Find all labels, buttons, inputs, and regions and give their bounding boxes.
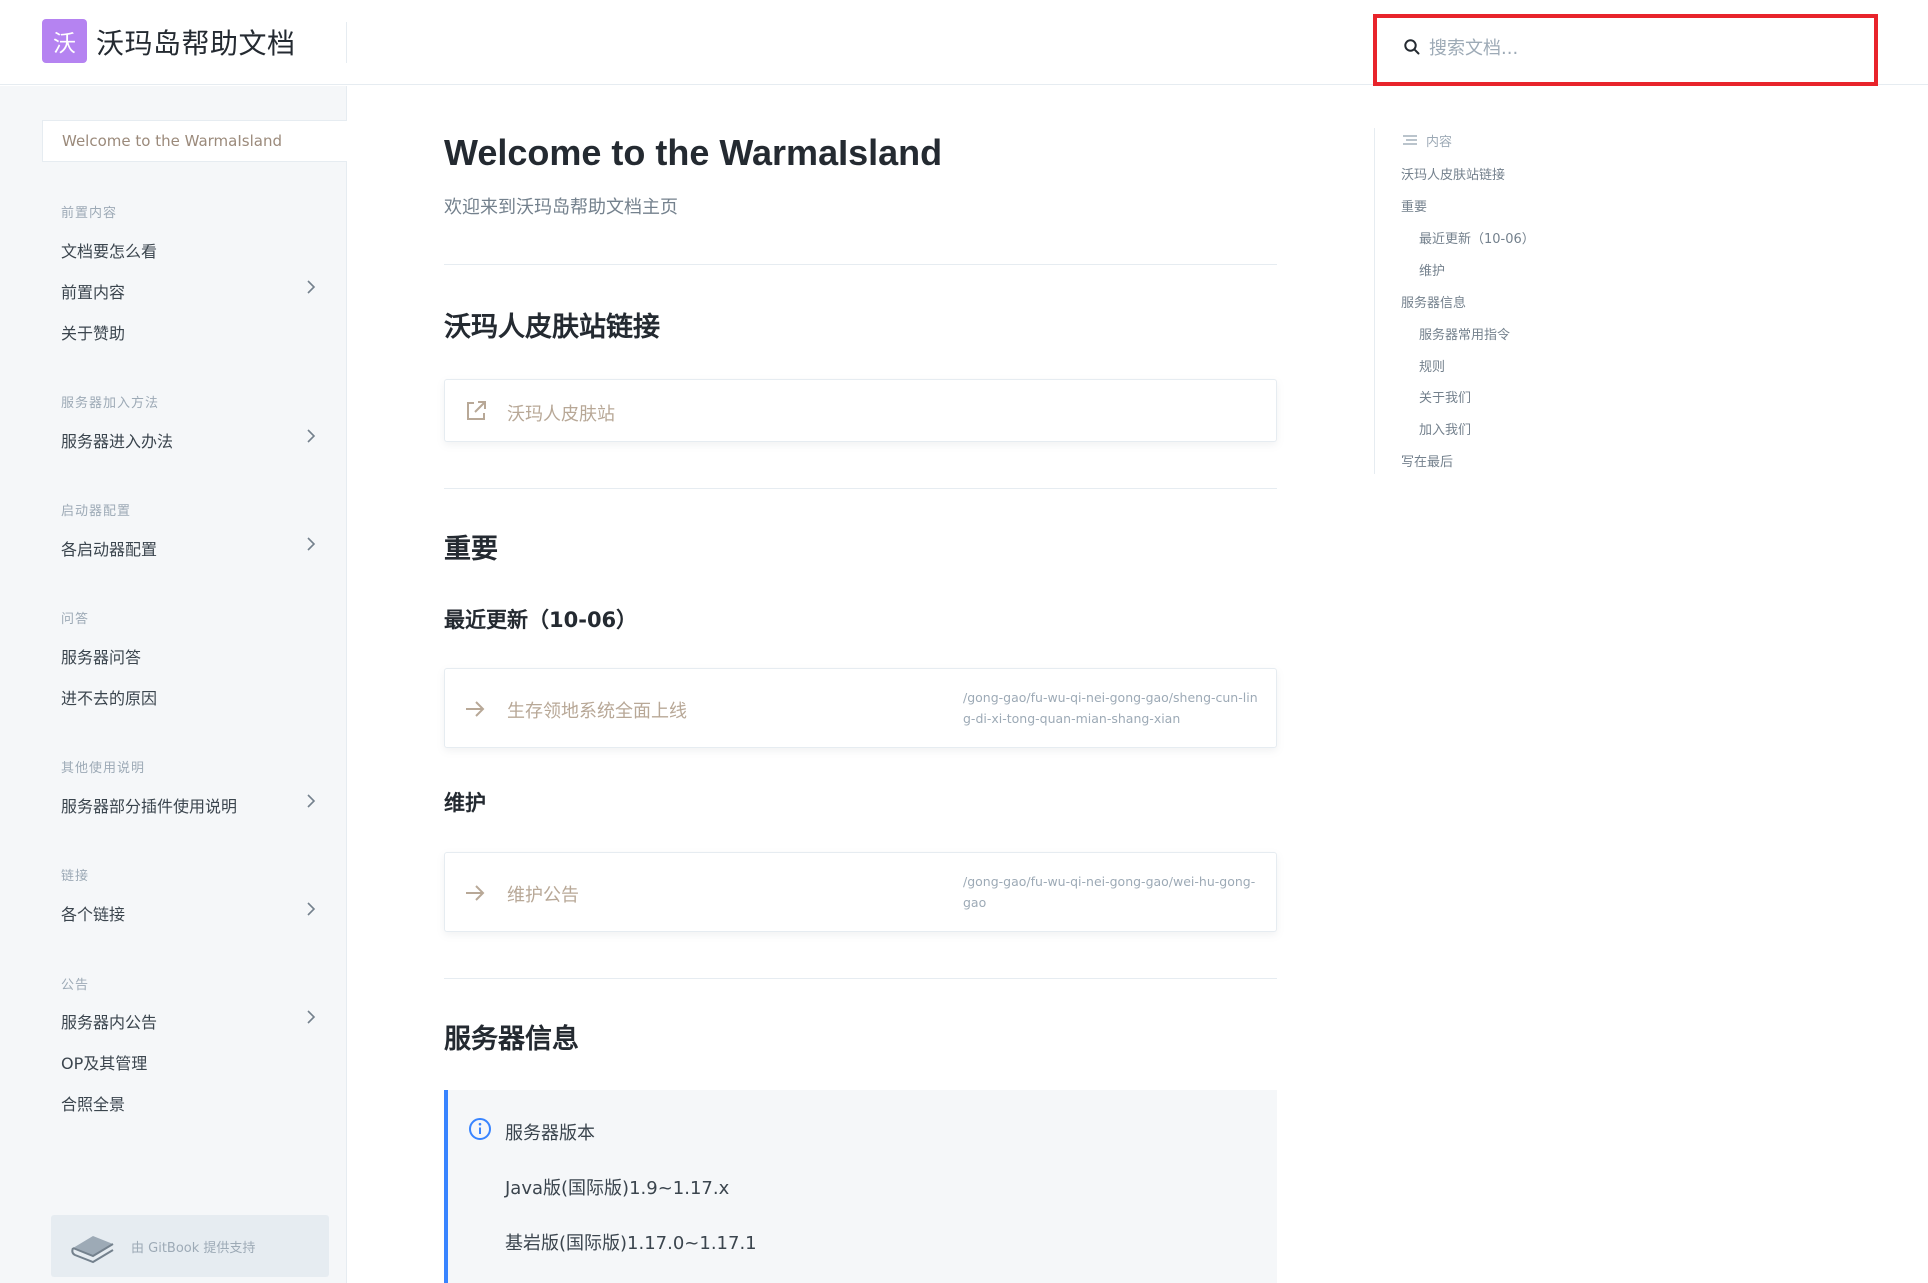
- section-heading-recent-updates: 最近更新（10-06）: [444, 608, 638, 632]
- sidebar-item-prerequisites[interactable]: 前置内容: [61, 279, 321, 311]
- section-heading-skin-site: 沃玛人皮肤站链接: [444, 312, 660, 343]
- sidebar-item-label: 文档要怎么看: [61, 242, 158, 261]
- sidebar-item-label: 服务器内公告: [61, 1013, 158, 1032]
- toc-item-server-info[interactable]: 服务器信息: [1401, 292, 1466, 311]
- recent-update-link-card[interactable]: 生存领地系统全面上线 /gong-gao/fu-wu-qi-nei-gong-g…: [444, 668, 1277, 748]
- site-title[interactable]: 沃玛岛帮助文档: [96, 22, 296, 62]
- arrow-right-icon: [466, 701, 485, 717]
- info-icon: [469, 1118, 491, 1140]
- sidebar-item-doc-guide[interactable]: 文档要怎么看: [61, 238, 321, 270]
- sidebar-item-server-faq[interactable]: 服务器问答: [61, 644, 321, 676]
- search-box[interactable]: [1373, 14, 1878, 86]
- sidebar-item-launcher-config[interactable]: 各启动器配置: [61, 536, 321, 568]
- maintenance-link-card[interactable]: 维护公告 /gong-gao/fu-wu-qi-nei-gong-gao/wei…: [444, 852, 1277, 932]
- sidebar-item-label: 服务器问答: [61, 648, 142, 667]
- sidebar-item-sponsor[interactable]: 关于赞助: [61, 320, 321, 352]
- toc-heading: 内容: [1426, 135, 1453, 150]
- chevron-right-icon[interactable]: [305, 793, 317, 809]
- card-path: /gong-gao/fu-wu-qi-nei-gong-gao/sheng-cu…: [963, 690, 1258, 726]
- header-divider: [346, 22, 347, 63]
- toc-item-rules[interactable]: 规则: [1419, 356, 1445, 375]
- toc-item-skin-site[interactable]: 沃玛人皮肤站链接: [1401, 164, 1505, 183]
- sidebar-item-cannot-join[interactable]: 进不去的原因: [61, 685, 321, 717]
- sidebar-group-title: 服务器加入方法: [61, 396, 160, 411]
- external-link-icon: [467, 401, 486, 420]
- sidebar-item-links[interactable]: 各个链接: [61, 901, 321, 933]
- toc-item-about-us[interactable]: 关于我们: [1419, 387, 1471, 406]
- sidebar-item-label: 进不去的原因: [61, 689, 158, 708]
- search-icon: [1404, 39, 1420, 55]
- toc-item-maintenance[interactable]: 维护: [1419, 260, 1445, 279]
- server-version-hint: 服务器版本 Java版(国际版)1.9~1.17.x 基岩版(国际版)1.17.…: [444, 1090, 1277, 1283]
- section-heading-maintenance: 维护: [444, 791, 486, 815]
- sidebar-item-welcome[interactable]: Welcome to the WarmaIsland: [42, 120, 347, 162]
- toc-item-important[interactable]: 重要: [1401, 196, 1427, 215]
- sidebar-item-label: 合照全景: [61, 1095, 126, 1114]
- chevron-right-icon[interactable]: [305, 901, 317, 917]
- toc-item-join-us[interactable]: 加入我们: [1419, 419, 1471, 438]
- gitbook-book-icon: [71, 1236, 114, 1264]
- toc-rail: [1374, 128, 1375, 474]
- gitbook-badge[interactable]: 由 GitBook 提供支持: [51, 1215, 329, 1277]
- search-input[interactable]: [1427, 28, 1847, 68]
- hint-line-bedrock: 基岩版(国际版)1.17.0~1.17.1: [505, 1233, 757, 1254]
- sidebar-item-label: 服务器部分插件使用说明: [61, 797, 238, 816]
- gitbook-badge-label: 由 GitBook 提供支持: [131, 1241, 256, 1256]
- sidebar-item-label: 各启动器配置: [61, 540, 158, 559]
- sidebar-item-plugin-guide[interactable]: 服务器部分插件使用说明: [61, 793, 321, 825]
- sidebar-group-title: 前置内容: [61, 206, 118, 221]
- divider: [444, 978, 1277, 979]
- divider: [444, 264, 1277, 265]
- page-title: Welcome to the WarmaIsland: [444, 132, 943, 173]
- hint-title: 服务器版本: [505, 1123, 595, 1144]
- sidebar-item-panorama[interactable]: 合照全景: [61, 1091, 321, 1123]
- toc-list-icon: [1403, 135, 1417, 145]
- sidebar-group-title: 问答: [61, 612, 90, 627]
- chevron-right-icon[interactable]: [305, 279, 317, 295]
- hint-line-java: Java版(国际版)1.9~1.17.x: [505, 1178, 730, 1199]
- toc-item-recent-updates[interactable]: 最近更新（10-06）: [1419, 228, 1535, 247]
- skin-site-link-card[interactable]: 沃玛人皮肤站: [444, 379, 1277, 442]
- sidebar-item-label: 服务器进入办法: [61, 432, 174, 451]
- sidebar-item-join-server[interactable]: 服务器进入办法: [61, 428, 321, 460]
- toc-item-final-words[interactable]: 写在最后: [1401, 451, 1453, 470]
- arrow-right-icon: [466, 885, 485, 901]
- sidebar-item-label: OP及其管理: [61, 1054, 148, 1073]
- sidebar-group-title: 公告: [61, 978, 90, 993]
- chevron-right-icon[interactable]: [305, 536, 317, 552]
- chevron-right-icon[interactable]: [305, 428, 317, 444]
- sidebar-group-title: 链接: [61, 869, 90, 884]
- toc-item-server-commands[interactable]: 服务器常用指令: [1419, 324, 1510, 343]
- card-label: 沃玛人皮肤站: [507, 404, 615, 425]
- card-label: 生存领地系统全面上线: [507, 701, 687, 722]
- page-subtitle: 欢迎来到沃玛岛帮助文档主页: [444, 197, 678, 218]
- card-label: 维护公告: [507, 885, 579, 906]
- sidebar-item-announcements[interactable]: 服务器内公告: [61, 1009, 321, 1041]
- section-heading-important: 重要: [444, 534, 498, 565]
- sidebar-item-label: 关于赞助: [61, 324, 126, 343]
- sidebar-item-op-management[interactable]: OP及其管理: [61, 1050, 321, 1082]
- divider: [444, 488, 1277, 489]
- card-path: /gong-gao/fu-wu-qi-nei-gong-gao/wei-hu-g…: [963, 874, 1256, 910]
- sidebar-group-title: 启动器配置: [61, 504, 132, 519]
- sidebar-group-title: 其他使用说明: [61, 761, 146, 776]
- chevron-right-icon[interactable]: [305, 1009, 317, 1025]
- sidebar-item-label: 前置内容: [61, 283, 126, 302]
- section-heading-server-info: 服务器信息: [444, 1024, 579, 1055]
- sidebar-item-label: 各个链接: [61, 905, 126, 924]
- left-sidebar: Welcome to the WarmaIsland 前置内容 文档要怎么看 前…: [0, 86, 347, 1283]
- site-logo[interactable]: 沃: [42, 19, 87, 63]
- top-header: 沃 沃玛岛帮助文档: [0, 0, 1928, 86]
